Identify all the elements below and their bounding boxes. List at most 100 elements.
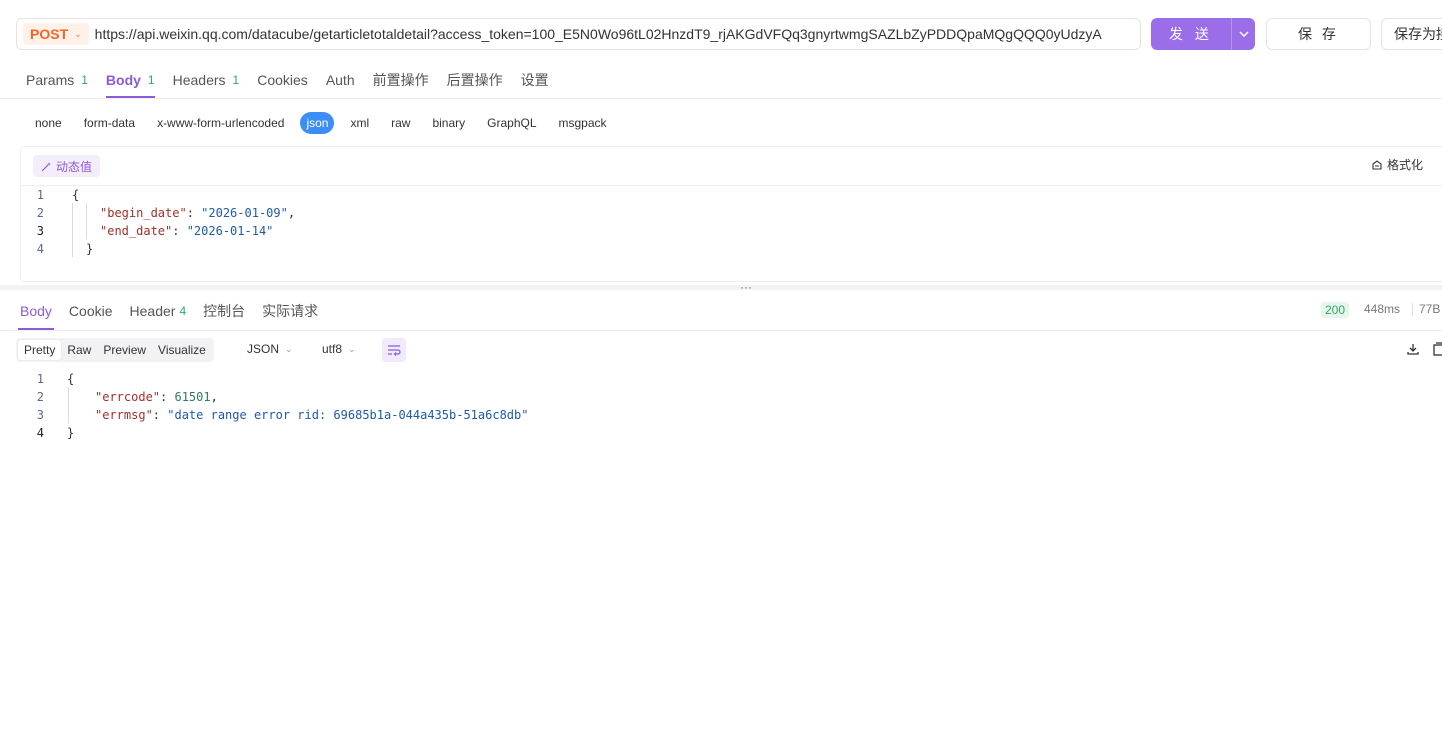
view-mode-preview[interactable]: Preview [97,340,152,360]
indent-guide [72,203,73,257]
tab-label: 实际请求 [262,303,319,319]
json-colon: : [186,206,202,220]
json-value: "date range error rid: 69685b1a-044a435b… [167,408,529,422]
url-bar: POST ⌄ https://api.weixin.qq.com/datacub… [16,18,1141,50]
code-line: "errcode": 61501, [95,388,218,406]
tab-response-cookie[interactable]: Cookie [69,292,113,330]
chevron-down-icon: ⌄ [348,343,356,354]
body-type-json[interactable]: json [300,112,335,134]
encoding-select-value: utf8 [322,342,343,356]
magic-wand-icon [41,161,51,171]
body-type-none[interactable]: none [24,112,73,134]
encoding-select[interactable]: utf8 ⌄ [322,342,356,356]
tab-label: 控制台 [203,303,246,319]
tab-label: Cookies [257,72,308,88]
indent-guide [68,387,69,423]
tab-label: Body [20,303,52,319]
panel-splitter[interactable] [0,285,1442,290]
tab-settings[interactable]: 设置 [521,62,549,98]
tab-headers[interactable]: Headers 1 [173,62,240,98]
code-line: "begin_date": "2026-01-09", [100,204,295,222]
format-select-value: JSON [247,342,280,356]
format-icon [1372,159,1382,170]
line-number: 2 [36,206,44,220]
body-type-xml[interactable]: xml [339,112,380,134]
download-icon[interactable] [1406,342,1420,361]
tab-post-processors[interactable]: 后置操作 [447,62,503,98]
method-select[interactable]: POST ⌄ [23,23,89,45]
view-mode-visualize[interactable]: Visualize [152,340,212,360]
response-time: 448ms [1364,302,1401,316]
tab-label: 前置操作 [372,72,429,88]
response-tabs: Body Cookie Header 4 控制台 实际请求 [18,292,335,330]
copy-icon[interactable] [1432,342,1442,361]
tab-label: 后置操作 [446,72,503,88]
tab-label: Header [129,303,176,319]
tab-label: Cookie [68,303,113,319]
line-number: 1 [36,188,44,202]
tab-response-header[interactable]: Header 4 [130,292,187,330]
json-comma: , [210,390,218,404]
drag-handle-icon[interactable]: ··· [740,280,752,294]
chevron-down-icon: ⌄ [285,343,293,354]
tab-pre-processors[interactable]: 前置操作 [373,62,429,98]
method-label: POST [30,26,69,42]
format-select[interactable]: JSON ⌄ [247,342,293,356]
view-mode-selector: Pretty Raw Preview Visualize [16,338,214,362]
body-type-form-data[interactable]: form-data [73,112,146,134]
format-button[interactable]: 格式化 [1371,156,1423,173]
tab-response-body[interactable]: Body [18,292,54,330]
divider [0,98,1442,99]
code-line: } [67,426,75,440]
tab-label: Params [26,72,75,88]
editor-toolbar-divider [21,185,1442,186]
indent-guide [86,203,87,239]
json-colon: : [172,224,187,238]
word-wrap-button[interactable] [382,338,406,362]
tab-label: Body [105,72,141,88]
tab-auth[interactable]: Auth [326,62,355,98]
url-input[interactable]: https://api.weixin.qq.com/datacube/getar… [95,26,1140,42]
line-number: 2 [36,390,44,404]
tab-count: 1 [232,73,240,87]
body-type-graphql[interactable]: GraphQL [476,112,547,134]
json-key: "end_date" [100,224,173,238]
tab-body[interactable]: Body 1 [105,62,155,98]
body-type-msgpack[interactable]: msgpack [548,112,618,134]
tab-actual-request[interactable]: 实际请求 [262,292,318,330]
request-tabs: Params 1 Body 1 Headers 1 Cookies Auth 前置操作… [26,62,567,98]
save-button[interactable]: 保 存 [1266,18,1371,50]
json-value: 61501 [174,390,211,404]
code-line: } [86,242,94,256]
json-value: "2026-01-09" [201,206,288,220]
line-number: 3 [36,224,44,238]
json-comma: , [287,206,296,220]
body-type-binary[interactable]: binary [421,112,476,134]
save-as-button[interactable]: 保存为接口 [1381,18,1442,50]
json-key: "begin_date" [100,206,187,220]
tab-console[interactable]: 控制台 [203,292,245,330]
line-number: 1 [36,372,44,386]
chevron-down-icon [1238,31,1249,37]
body-type-urlencoded[interactable]: x-www-form-urlencoded [146,112,295,134]
json-key: "errcode" [95,390,161,404]
word-wrap-icon [388,345,401,356]
tab-cookies[interactable]: Cookies [257,62,308,98]
view-mode-raw[interactable]: Raw [61,340,97,360]
code-line: "end_date": "2026-01-14" [100,222,273,240]
tab-params[interactable]: Params 1 [26,62,88,98]
line-number: 4 [36,242,44,256]
send-dropdown-button[interactable] [1231,18,1255,50]
json-colon: : [152,408,168,422]
view-mode-pretty[interactable]: Pretty [18,340,62,360]
dynamic-value-button[interactable]: 动态值 [33,155,101,177]
tab-count: 4 [179,304,187,318]
divider [0,330,1442,331]
json-value: "2026-01-14" [186,224,274,238]
chevron-down-icon: ⌄ [74,28,82,39]
send-button[interactable]: 发 送 [1151,18,1231,50]
json-colon: : [160,390,175,404]
body-type-raw[interactable]: raw [380,112,421,134]
line-number: 4 [36,426,44,440]
response-size: 77B [1419,302,1441,316]
